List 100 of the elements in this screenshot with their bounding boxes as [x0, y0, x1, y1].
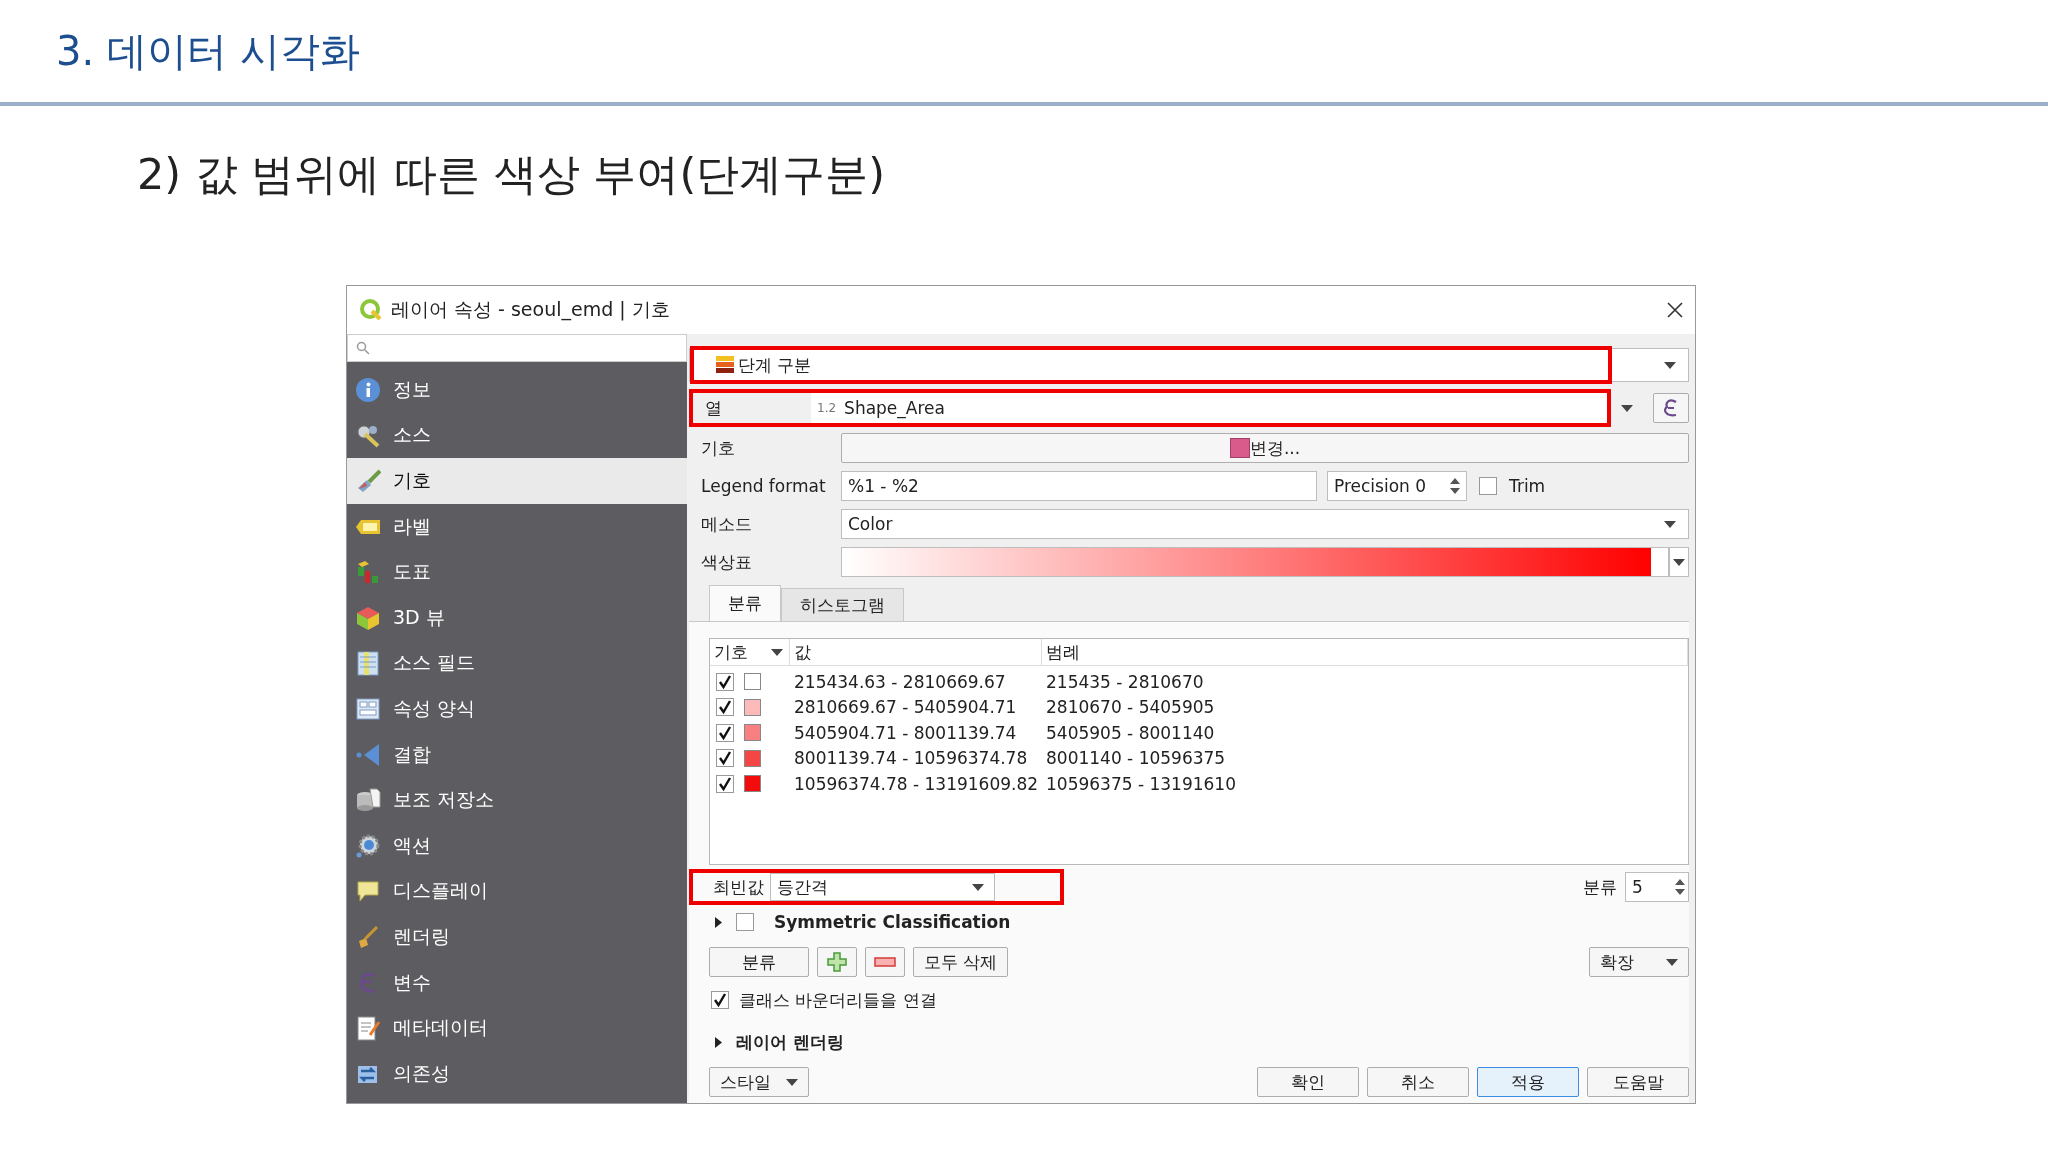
sidebar-item[interactable]: 소스 필드	[347, 640, 687, 687]
sidebar-item[interactable]: 메타데이터	[347, 1005, 687, 1051]
column-header[interactable]: 기호	[710, 639, 790, 665]
spin-arrows-icon[interactable]	[1675, 878, 1685, 896]
precision-value: Precision 0	[1334, 476, 1427, 496]
color-ramp-dropdown[interactable]	[1669, 547, 1689, 577]
column-header[interactable]: 범례	[1042, 639, 1688, 665]
sidebar-item[interactable]: 3D 뷰	[347, 594, 687, 641]
sidebar-item-label: 결합	[393, 741, 431, 767]
checkbox[interactable]	[736, 913, 754, 931]
caret-icon[interactable]	[1673, 558, 1685, 566]
color-swatch[interactable]	[744, 698, 761, 716]
legend-cell-text: 8001140 - 10596375	[1045, 748, 1226, 769]
sidebar-item-label: 메타데이터	[393, 1015, 488, 1041]
spin-arrows-icon[interactable]	[1450, 477, 1460, 495]
style-button[interactable]: 스타일	[709, 1067, 809, 1097]
color-ramp-bar[interactable]	[841, 547, 1669, 577]
expand-arrow-icon[interactable]	[713, 1036, 724, 1048]
color-swatch[interactable]	[744, 673, 761, 691]
method-value: Color	[848, 514, 893, 534]
sidebar-item[interactable]: 도표	[347, 549, 687, 595]
delete-all-button[interactable]: 모두 삭제	[913, 947, 1009, 977]
checkbox[interactable]	[716, 774, 734, 793]
epsilon-icon	[1663, 398, 1679, 418]
search-field[interactable]	[347, 334, 687, 362]
column-field[interactable]: 1.2 Shape_Area	[811, 393, 1607, 423]
classes-spinbox[interactable]: 5	[1625, 872, 1689, 902]
remove-class-button[interactable]	[865, 947, 905, 977]
color-swatch[interactable]	[744, 749, 761, 767]
classes-value: 5	[1632, 877, 1643, 897]
sidebar-item-label: 속성 양식	[393, 695, 476, 721]
renderer-dropdown[interactable]: 단계 구분	[689, 348, 1689, 382]
column-label: 열	[704, 396, 723, 420]
checkbox[interactable]	[711, 991, 729, 1009]
sidebar-item-label: 보조 저장소	[393, 787, 495, 813]
precision-spinbox[interactable]: Precision 0	[1327, 471, 1467, 501]
expand-arrow-icon[interactable]	[713, 916, 724, 928]
graduated-icon	[716, 355, 734, 375]
column-header[interactable]: 값	[790, 639, 1042, 665]
checkbox[interactable]	[716, 672, 734, 691]
close-icon[interactable]	[1667, 302, 1683, 318]
change-symbol-label: 변경...	[1249, 436, 1301, 460]
change-symbol-button[interactable]: 변경...	[841, 433, 1689, 463]
value-cell-text: 5405904.71 - 8001139.74	[793, 722, 1018, 743]
expression-button[interactable]	[1653, 393, 1689, 423]
dialog-button[interactable]: 확인	[1257, 1067, 1359, 1097]
slide-heading: 3. 데이터 시각화	[55, 27, 361, 76]
legend-cell-text: 5405905 - 8001140	[1045, 722, 1215, 743]
classes-label: 분류	[1583, 875, 1617, 899]
sidebar-item[interactable]: 정보	[347, 367, 687, 413]
wrench-gear-icon	[355, 422, 381, 449]
sidebar-item[interactable]: 보조 저장소	[347, 777, 687, 823]
sidebar-item[interactable]: 라벨	[347, 503, 687, 550]
sort-arrow-icon[interactable]	[771, 648, 783, 656]
tab[interactable]: 분류	[709, 585, 781, 621]
sidebar-item[interactable]: 소스	[347, 412, 687, 459]
dropdown-arrow-icon[interactable]	[1621, 404, 1633, 412]
method-dropdown[interactable]: Color	[841, 509, 1689, 539]
dialog-button[interactable]: 취소	[1367, 1067, 1469, 1097]
symbol-label: 기호	[700, 436, 736, 460]
value-cell-text: 8001139.74 - 10596374.78	[793, 748, 1029, 769]
sidebar-item[interactable]: 액션	[347, 822, 687, 869]
method-label: 메소드	[700, 512, 753, 536]
value-cell-text: 215434.63 - 2810669.67	[793, 671, 1007, 692]
advanced-button[interactable]: 확장	[1589, 947, 1689, 977]
checkbox[interactable]	[716, 723, 734, 742]
dropdown-arrow-icon[interactable]	[1664, 520, 1676, 528]
trim-label: Trim	[1509, 476, 1546, 496]
caret-icon[interactable]	[786, 1078, 798, 1086]
sidebar-item[interactable]: 변수	[347, 959, 687, 1006]
sidebar-item-label: 의존성	[393, 1060, 450, 1086]
classify-button[interactable]: 분류	[709, 947, 809, 977]
sidebar-item[interactable]: 렌더링	[347, 914, 687, 960]
layer-rendering-label: 레이어 렌더링	[736, 1030, 844, 1054]
add-class-button[interactable]	[817, 947, 857, 977]
color-swatch[interactable]	[744, 724, 761, 742]
checkbox[interactable]	[1479, 477, 1497, 495]
column-value: Shape_Area	[844, 398, 945, 418]
dropdown-arrow-icon[interactable]	[972, 883, 984, 891]
legend-cell-text: 10596375 - 13191610	[1045, 773, 1236, 794]
legend-format-field[interactable]: %1 - %2	[841, 471, 1317, 501]
gear-icon	[355, 832, 381, 859]
mode-dropdown[interactable]: 등간격	[770, 873, 995, 901]
sidebar-item[interactable]: 의존성	[347, 1050, 687, 1097]
legend-format-label: Legend format	[700, 476, 827, 496]
sidebar-item[interactable]: 결합	[347, 731, 687, 778]
tab[interactable]: 히스토그램	[781, 588, 904, 621]
caret-icon[interactable]	[1666, 958, 1678, 966]
color-swatch[interactable]	[744, 775, 761, 793]
dropdown-arrow-icon[interactable]	[1664, 361, 1676, 369]
sidebar-item-label: 정보	[393, 376, 431, 402]
dialog-button[interactable]: 도움말	[1587, 1067, 1689, 1097]
sidebar-item[interactable]: 기호	[347, 458, 687, 504]
checkbox[interactable]	[716, 698, 734, 717]
dialog-button[interactable]: 적용	[1477, 1067, 1579, 1097]
sidebar-item[interactable]: 속성 양식	[347, 686, 687, 732]
app-logo-icon	[359, 298, 383, 322]
info-icon	[355, 376, 381, 403]
checkbox[interactable]	[716, 749, 734, 768]
sidebar-item[interactable]: 디스플레이	[347, 868, 687, 915]
